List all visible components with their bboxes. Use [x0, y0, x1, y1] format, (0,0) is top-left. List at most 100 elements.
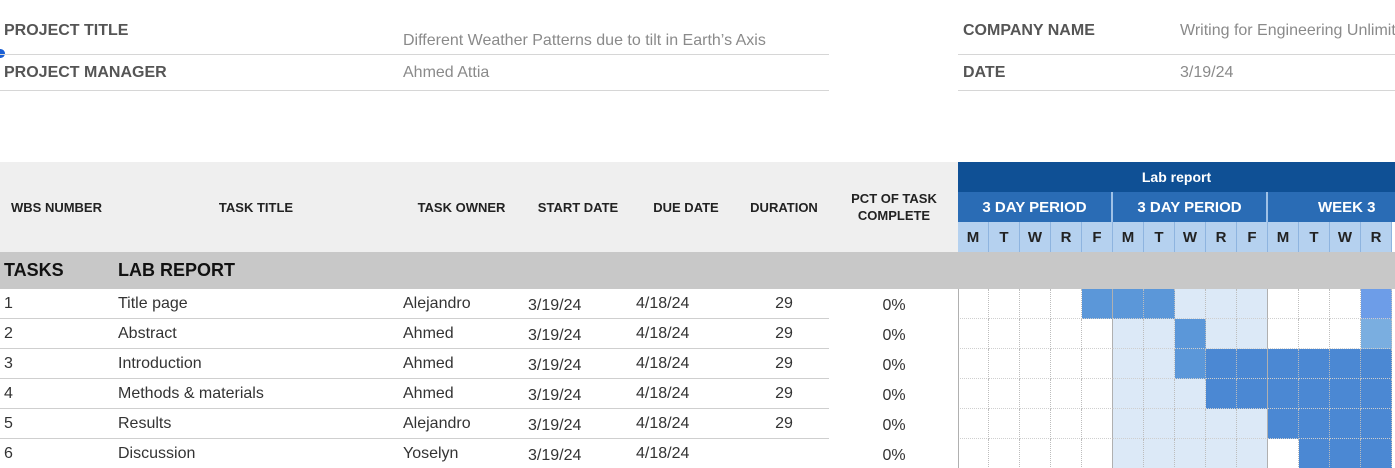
gantt-cell[interactable]	[1113, 439, 1144, 468]
start-date-cell[interactable]: 3/19/24	[528, 411, 628, 441]
gantt-cell[interactable]	[1299, 319, 1330, 349]
column-header-start-date[interactable]: START DATE	[525, 162, 631, 252]
gantt-cell[interactable]	[1206, 409, 1237, 439]
gantt-cell[interactable]	[958, 319, 989, 349]
date-value[interactable]: 3/19/24	[1180, 64, 1233, 82]
wbs-cell[interactable]: 5	[4, 409, 104, 439]
gantt-cell[interactable]	[958, 289, 989, 319]
gantt-cell[interactable]	[958, 409, 989, 439]
gantt-cell[interactable]	[958, 379, 989, 409]
task-title-cell[interactable]: Methods & materials	[118, 379, 398, 409]
duration-cell[interactable]	[737, 439, 831, 468]
gantt-cell[interactable]	[1051, 439, 1082, 468]
gantt-cell[interactable]	[1299, 439, 1330, 468]
gantt-cell[interactable]	[1113, 319, 1144, 349]
gantt-cell[interactable]	[1144, 379, 1175, 409]
gantt-cell[interactable]	[1237, 289, 1268, 319]
gantt-cell[interactable]	[1051, 319, 1082, 349]
due-date-cell[interactable]: 4/18/24	[636, 319, 736, 349]
wbs-cell[interactable]: 4	[4, 379, 104, 409]
company-name-value[interactable]: Writing for Engineering Unlimited	[1180, 22, 1395, 40]
start-date-cell[interactable]: 3/19/24	[528, 441, 628, 468]
gantt-cell[interactable]	[1299, 409, 1330, 439]
gantt-cell[interactable]	[1175, 289, 1206, 319]
pct-complete-cell[interactable]: 0%	[840, 291, 948, 321]
gantt-cell[interactable]	[1330, 439, 1361, 468]
gantt-cell[interactable]	[958, 349, 989, 379]
gantt-cell[interactable]	[1206, 289, 1237, 319]
gantt-cell[interactable]	[958, 439, 989, 468]
wbs-cell[interactable]: 6	[4, 439, 104, 468]
start-date-cell[interactable]: 3/19/24	[528, 351, 628, 381]
pct-complete-cell[interactable]: 0%	[840, 321, 948, 351]
start-date-cell[interactable]: 3/19/24	[528, 321, 628, 351]
due-date-cell[interactable]: 4/18/24	[636, 349, 736, 379]
task-title-cell[interactable]: Results	[118, 409, 398, 439]
gantt-cell[interactable]	[1330, 319, 1361, 349]
gantt-cell[interactable]	[1268, 409, 1299, 439]
pct-complete-cell[interactable]: 0%	[840, 381, 948, 411]
gantt-cell[interactable]	[1144, 289, 1175, 319]
gantt-cell[interactable]	[1051, 289, 1082, 319]
gantt-cell[interactable]	[1268, 379, 1299, 409]
gantt-cell[interactable]	[1206, 349, 1237, 379]
gantt-cell[interactable]	[1361, 349, 1392, 379]
due-date-cell[interactable]: 4/18/24	[636, 289, 736, 319]
gantt-cell[interactable]	[1175, 379, 1206, 409]
gantt-cell[interactable]	[1020, 409, 1051, 439]
gantt-cell[interactable]	[989, 409, 1020, 439]
gantt-cell[interactable]	[1237, 439, 1268, 468]
gantt-cell[interactable]	[989, 439, 1020, 468]
gantt-cell[interactable]	[1237, 379, 1268, 409]
gantt-cell[interactable]	[1175, 319, 1206, 349]
pct-complete-cell[interactable]: 0%	[840, 351, 948, 381]
column-header-pct-complete[interactable]: PCT OF TASK COMPLETE	[840, 162, 948, 252]
duration-cell[interactable]: 29	[737, 289, 831, 319]
gantt-cell[interactable]	[1268, 439, 1299, 468]
gantt-cell[interactable]	[1237, 319, 1268, 349]
gantt-cell[interactable]	[1082, 379, 1113, 409]
due-date-cell[interactable]: 4/18/24	[636, 409, 736, 439]
gantt-cell[interactable]	[1361, 379, 1392, 409]
gantt-cell[interactable]	[1175, 349, 1206, 379]
gantt-cell[interactable]	[1206, 379, 1237, 409]
project-title-value[interactable]: Different Weather Patterns due to tilt i…	[403, 32, 766, 50]
gantt-cell[interactable]	[1051, 409, 1082, 439]
task-title-cell[interactable]: Discussion	[118, 439, 398, 468]
gantt-cell[interactable]	[1175, 409, 1206, 439]
gantt-cell[interactable]	[1361, 409, 1392, 439]
gantt-cell[interactable]	[1361, 289, 1392, 319]
gantt-cell[interactable]	[1330, 289, 1361, 319]
gantt-cell[interactable]	[1020, 319, 1051, 349]
task-owner-cell[interactable]: Alejandro	[403, 409, 521, 439]
duration-cell[interactable]: 29	[737, 349, 831, 379]
gantt-cell[interactable]	[1144, 409, 1175, 439]
column-header-wbs[interactable]: WBS NUMBER	[0, 162, 113, 252]
duration-cell[interactable]: 29	[737, 379, 831, 409]
task-title-cell[interactable]: Abstract	[118, 319, 398, 349]
duration-cell[interactable]: 29	[737, 409, 831, 439]
gantt-cell[interactable]	[1020, 289, 1051, 319]
gantt-cell[interactable]	[989, 379, 1020, 409]
gantt-cell[interactable]	[1237, 349, 1268, 379]
gantt-cell[interactable]	[1330, 379, 1361, 409]
gantt-cell[interactable]	[1113, 409, 1144, 439]
gantt-cell[interactable]	[1082, 409, 1113, 439]
task-owner-cell[interactable]: Alejandro	[403, 289, 521, 319]
pct-complete-cell[interactable]: 0%	[840, 441, 948, 468]
gantt-cell[interactable]	[1020, 439, 1051, 468]
gantt-cell[interactable]	[1299, 349, 1330, 379]
gantt-cell[interactable]	[1113, 289, 1144, 319]
gantt-cell[interactable]	[1330, 349, 1361, 379]
task-owner-cell[interactable]: Ahmed	[403, 379, 521, 409]
gantt-cell[interactable]	[989, 349, 1020, 379]
due-date-cell[interactable]: 4/18/24	[636, 439, 736, 468]
gantt-cell[interactable]	[1299, 289, 1330, 319]
wbs-cell[interactable]: 2	[4, 319, 104, 349]
task-owner-cell[interactable]: Ahmed	[403, 349, 521, 379]
gantt-cell[interactable]	[1082, 319, 1113, 349]
duration-cell[interactable]: 29	[737, 319, 831, 349]
gantt-cell[interactable]	[1361, 439, 1392, 468]
task-owner-cell[interactable]: Ahmed	[403, 319, 521, 349]
column-header-task-title[interactable]: TASK TITLE	[113, 162, 399, 252]
